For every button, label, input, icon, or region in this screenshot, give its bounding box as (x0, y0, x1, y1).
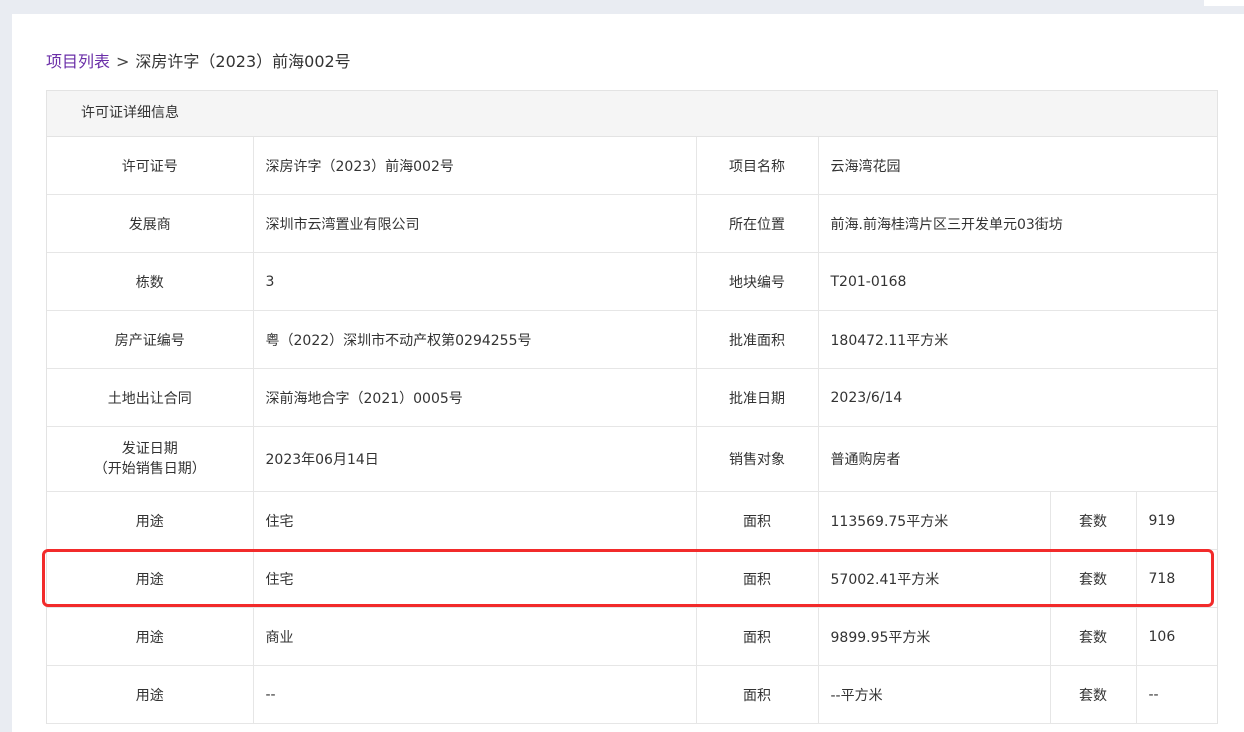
value-cell: 9899.95平方米 (818, 607, 1051, 666)
label-cell: 用途 (47, 549, 254, 608)
label-cell: 发证日期 （开始销售日期） (47, 426, 254, 492)
value-cell: T201-0168 (818, 252, 1217, 311)
panel-title: 许可证详细信息 (47, 91, 1217, 137)
label-cell: 栋数 (47, 252, 254, 311)
label-cell: 面积 (696, 491, 819, 550)
table-row: 土地出让合同 深前海地合字（2021）0005号 批准日期 2023/6/14 (47, 368, 1217, 427)
table-row: 许可证号 深房许字（2023）前海002号 项目名称 云海湾花园 (47, 137, 1217, 195)
value-cell: 普通购房者 (818, 426, 1217, 492)
label-cell: 用途 (47, 491, 254, 550)
label-cell: 面积 (696, 665, 819, 724)
label-cell: 项目名称 (696, 137, 819, 195)
value-cell: -- (1136, 665, 1217, 724)
value-cell: 深房许字（2023）前海002号 (253, 137, 697, 195)
table-row: 发证日期 （开始销售日期） 2023年06月14日 销售对象 普通购房者 (47, 426, 1217, 492)
label-cell: 套数 (1050, 549, 1137, 608)
label-cell: 套数 (1050, 607, 1137, 666)
value-cell: 180472.11平方米 (818, 310, 1217, 369)
value-cell: 商业 (253, 607, 697, 666)
table-row: 发展商 深圳市云湾置业有限公司 所在位置 前海.前海桂湾片区三开发单元03街坊 (47, 194, 1217, 253)
label-cell: 批准日期 (696, 368, 819, 427)
breadcrumb-current: 深房许字（2023）前海002号 (135, 52, 351, 71)
label-cell: 销售对象 (696, 426, 819, 492)
value-cell: 深圳市云湾置业有限公司 (253, 194, 697, 253)
value-cell: 住宅 (253, 549, 697, 608)
value-cell: 住宅 (253, 491, 697, 550)
value-cell: 3 (253, 252, 697, 311)
value-cell: 113569.75平方米 (818, 491, 1051, 550)
label-cell: 许可证号 (47, 137, 254, 195)
license-detail-table: 许可证号 深房许字（2023）前海002号 项目名称 云海湾花园 发展商 深圳市… (47, 137, 1217, 724)
label-cell: 地块编号 (696, 252, 819, 311)
label-cell: 套数 (1050, 491, 1137, 550)
label-cell: 所在位置 (696, 194, 819, 253)
value-cell: 前海.前海桂湾片区三开发单元03街坊 (818, 194, 1217, 253)
usage-row: 用途 住宅 面积 57002.41平方米 套数 718 (47, 549, 1217, 608)
label-cell: 土地出让合同 (47, 368, 254, 427)
value-cell: 粤（2022）深圳市不动产权第0294255号 (253, 310, 697, 369)
value-cell: 919 (1136, 491, 1217, 550)
value-cell: --平方米 (818, 665, 1051, 724)
usage-row: 用途 住宅 面积 113569.75平方米 套数 919 (47, 491, 1217, 550)
label-cell: 面积 (696, 549, 819, 608)
label-cell: 用途 (47, 665, 254, 724)
breadcrumb-project-list-link[interactable]: 项目列表 (46, 52, 110, 71)
label-line: 发证日期 (121, 441, 178, 457)
usage-row: 用途 商业 面积 9899.95平方米 套数 106 (47, 607, 1217, 666)
label-cell: 房产证编号 (47, 310, 254, 369)
license-detail-panel: 许可证详细信息 许可证号 深房许字（2023）前海002号 项目名称 云海湾花园… (46, 90, 1218, 724)
top-right-edge (1204, 0, 1244, 6)
value-cell: 深前海地合字（2021）0005号 (253, 368, 697, 427)
label-cell: 发展商 (47, 194, 254, 253)
label-cell: 用途 (47, 607, 254, 666)
breadcrumb-separator: > (116, 52, 130, 71)
label-cell: 套数 (1050, 665, 1137, 724)
label-cell: 面积 (696, 607, 819, 666)
value-cell: 云海湾花园 (818, 137, 1217, 195)
value-cell: 2023年06月14日 (253, 426, 697, 492)
usage-row: 用途 -- 面积 --平方米 套数 -- (47, 665, 1217, 724)
label-line: （开始销售日期） (93, 461, 206, 477)
value-cell: -- (253, 665, 697, 724)
label-cell: 批准面积 (696, 310, 819, 369)
breadcrumb: 项目列表 > 深房许字（2023）前海002号 (46, 50, 351, 74)
value-cell: 57002.41平方米 (818, 549, 1051, 608)
value-cell: 2023/6/14 (818, 368, 1217, 427)
table-row: 栋数 3 地块编号 T201-0168 (47, 252, 1217, 311)
table-row: 房产证编号 粤（2022）深圳市不动产权第0294255号 批准面积 18047… (47, 310, 1217, 369)
value-cell: 106 (1136, 607, 1217, 666)
value-cell: 718 (1136, 549, 1217, 608)
